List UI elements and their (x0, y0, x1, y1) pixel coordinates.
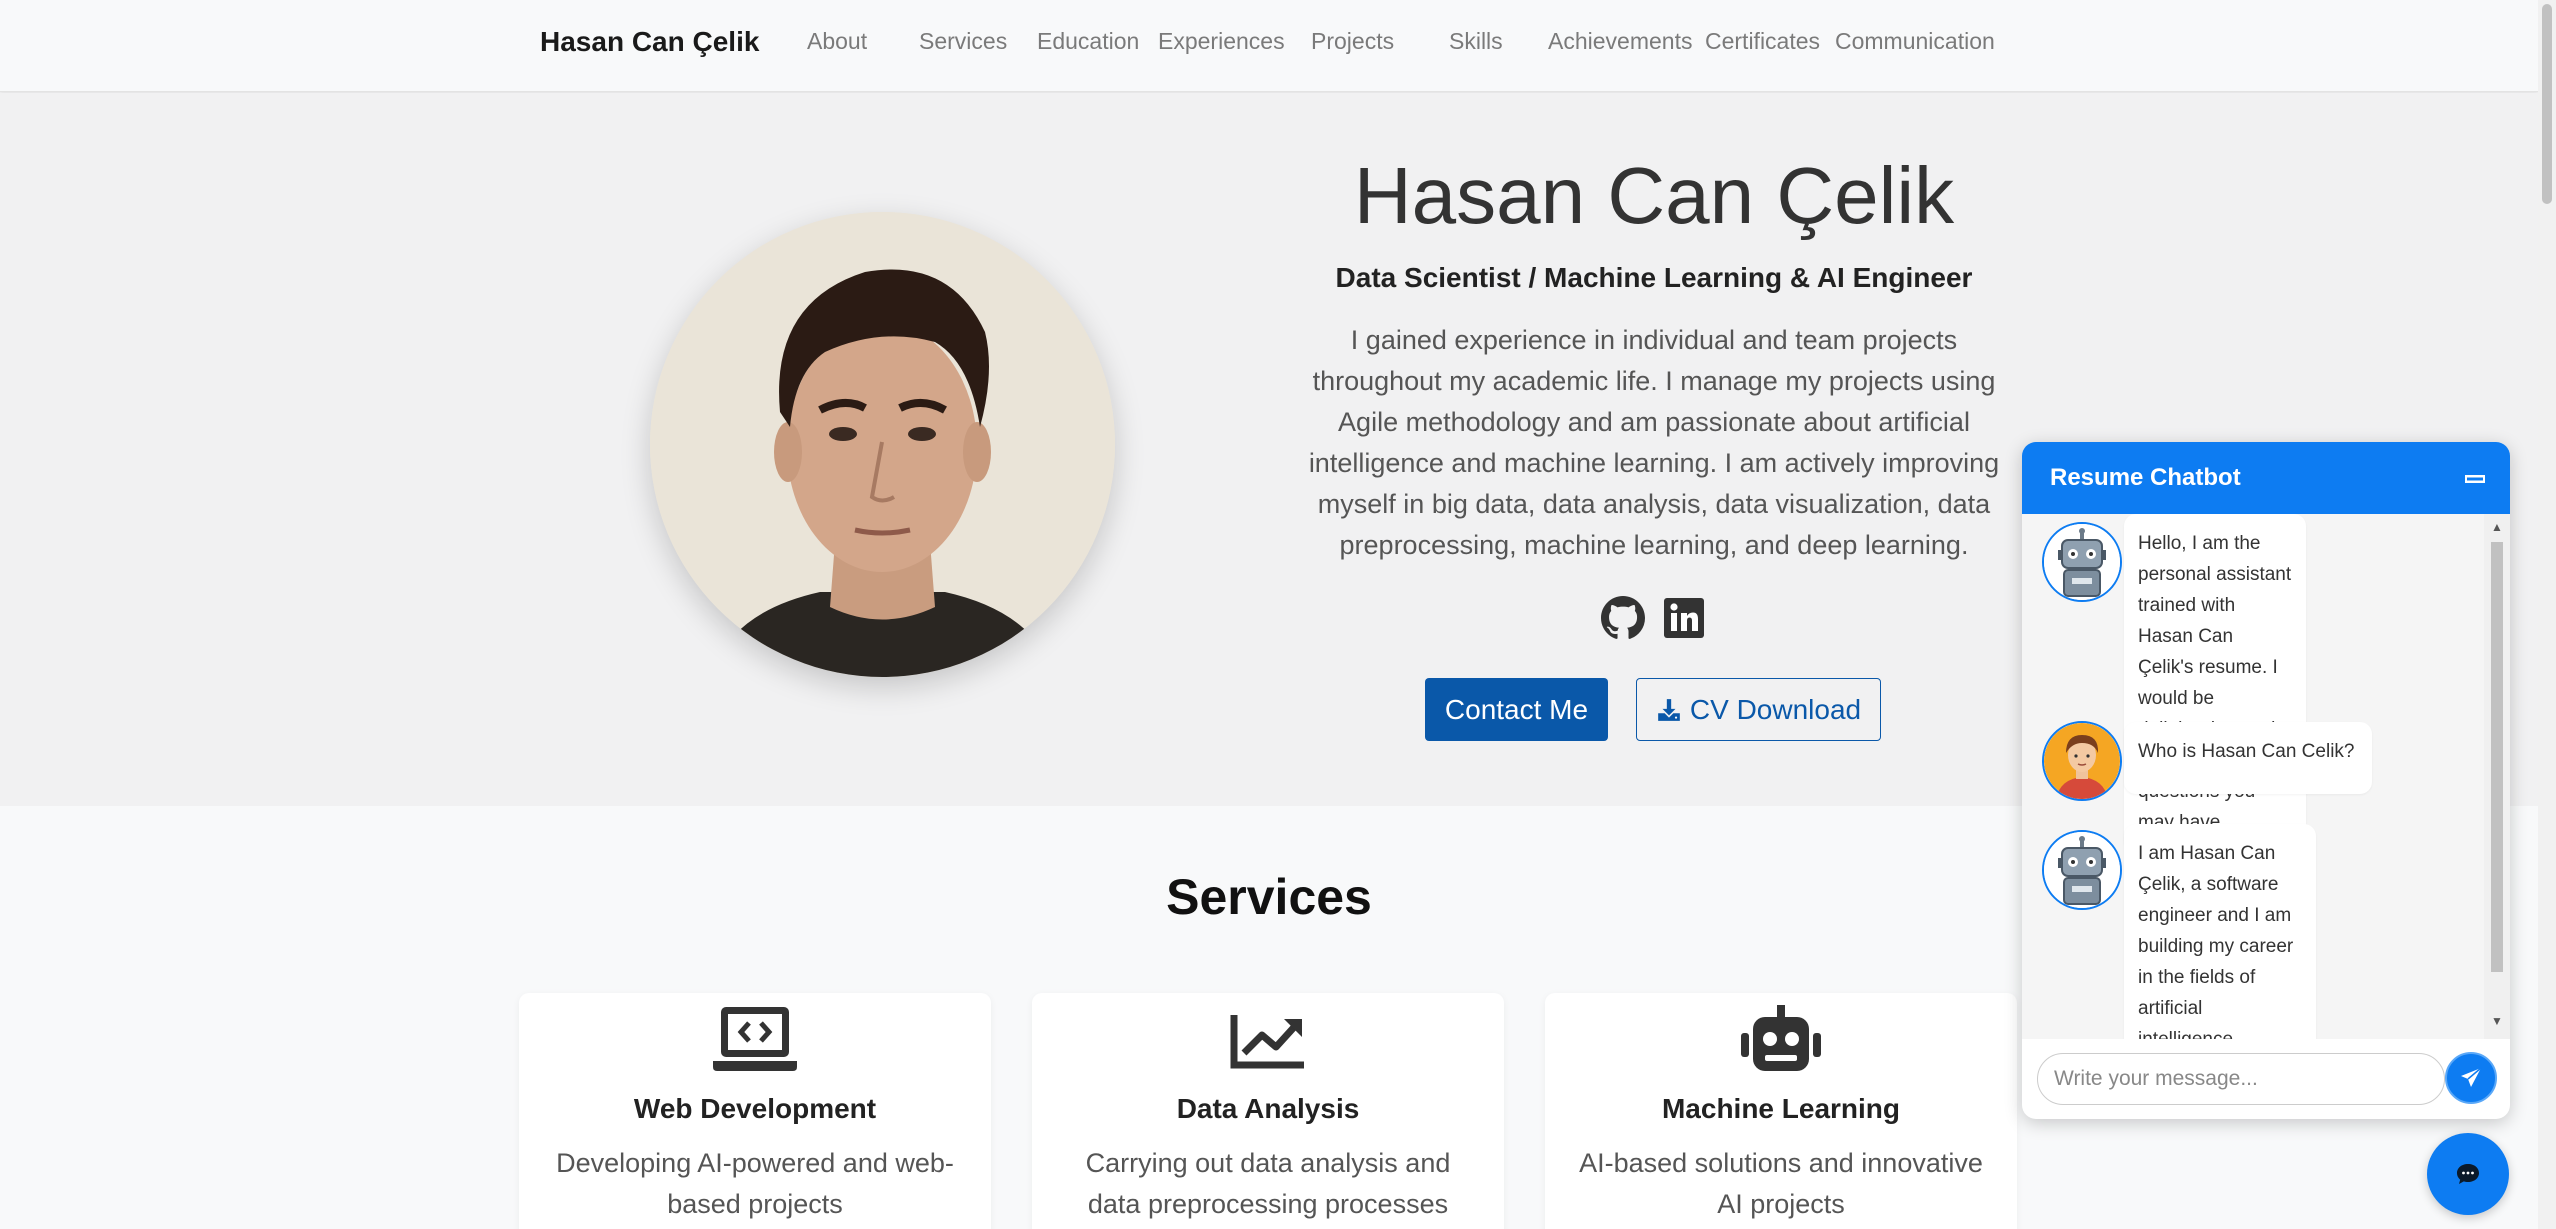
linkedin-icon[interactable] (1662, 596, 1706, 640)
service-card-machine-learning: Machine Learning AI-based solutions and … (1545, 993, 2017, 1229)
laptop-code-icon (713, 1005, 797, 1080)
chat-message-input[interactable] (2037, 1053, 2445, 1105)
cv-download-button[interactable]: CV Download (1636, 678, 1881, 741)
nav-link-certificates[interactable]: Certificates (1705, 28, 1820, 55)
nav-link-experiences[interactable]: Experiences (1158, 28, 1285, 55)
hero-subtitle: Data Scientist / Machine Learning & AI E… (1335, 262, 1973, 293)
chat-scrollbar[interactable]: ▲ ▼ (2484, 514, 2510, 1039)
bot-message: I am Hasan Can Çelik, a software enginee… (2124, 824, 2316, 1039)
service-description: AI-based solutions and innovative AI pro… (1579, 1148, 1983, 1219)
nav-link-achievements[interactable]: Achievements (1548, 28, 1692, 55)
navbar: Hasan Can Çelik About Services Education… (0, 0, 2538, 92)
nav-link-services[interactable]: Services (919, 28, 1007, 55)
nav-link-projects[interactable]: Projects (1311, 28, 1394, 55)
user-message: Who is Hasan Can Celik? (2124, 722, 2372, 794)
send-button[interactable] (2445, 1052, 2497, 1104)
chat-title: Resume Chatbot (2050, 464, 2241, 491)
bot-avatar (2042, 830, 2122, 910)
robot-icon (1739, 1005, 1823, 1082)
page-scroll-thumb[interactable] (2542, 4, 2552, 204)
nav-link-education[interactable]: Education (1037, 28, 1139, 55)
cv-download-label: CV Download (1689, 693, 1862, 725)
service-card-data-analysis: Data Analysis Carrying out data analysis… (1032, 993, 1504, 1229)
brand-name[interactable]: Hasan Can Çelik (540, 26, 759, 58)
minimize-icon[interactable] (2462, 466, 2488, 492)
service-card-web-development: Web Development Developing AI-powered an… (519, 993, 991, 1229)
github-icon[interactable] (1601, 596, 1645, 640)
paper-plane-icon (2461, 1067, 2482, 1087)
service-description: Carrying out data analysis and data prep… (1085, 1148, 1451, 1219)
hero-name: Hasan Can Çelik (1353, 151, 1955, 240)
service-title: Web Development (633, 1093, 877, 1124)
profile-photo (650, 212, 1115, 677)
scroll-up-arrow-icon[interactable]: ▲ (2491, 520, 2503, 534)
chat-toggle-button[interactable] (2427, 1133, 2509, 1215)
nav-link-communication[interactable]: Communication (1835, 28, 1995, 55)
user-avatar (2042, 721, 2122, 801)
chat-header: Resume Chatbot (2022, 442, 2510, 514)
chatbot-window: Resume Chatbot Hello, I am the personal … (2022, 442, 2510, 1119)
page-scrollbar[interactable] (2538, 0, 2556, 1229)
service-title: Machine Learning (1661, 1093, 1901, 1124)
download-icon (1658, 698, 1680, 721)
nav-link-about[interactable]: About (807, 28, 867, 55)
chart-line-icon (1226, 1005, 1310, 1080)
contact-me-button[interactable]: Contact Me (1425, 678, 1608, 741)
hero-description: I gained experience in individual and te… (1308, 325, 2000, 560)
chat-bubble-icon (2457, 1164, 2479, 1184)
chat-messages[interactable]: Hello, I am the personal assistant train… (2022, 514, 2510, 1039)
service-title: Data Analysis (1176, 1093, 1360, 1124)
scroll-down-arrow-icon[interactable]: ▼ (2491, 1014, 2503, 1028)
chat-scroll-thumb[interactable] (2491, 542, 2503, 972)
bot-avatar (2042, 522, 2122, 602)
service-description: Developing AI-powered and web-based proj… (556, 1148, 954, 1219)
bot-message: Hello, I am the personal assistant train… (2124, 514, 2306, 852)
nav-link-skills[interactable]: Skills (1449, 28, 1503, 55)
